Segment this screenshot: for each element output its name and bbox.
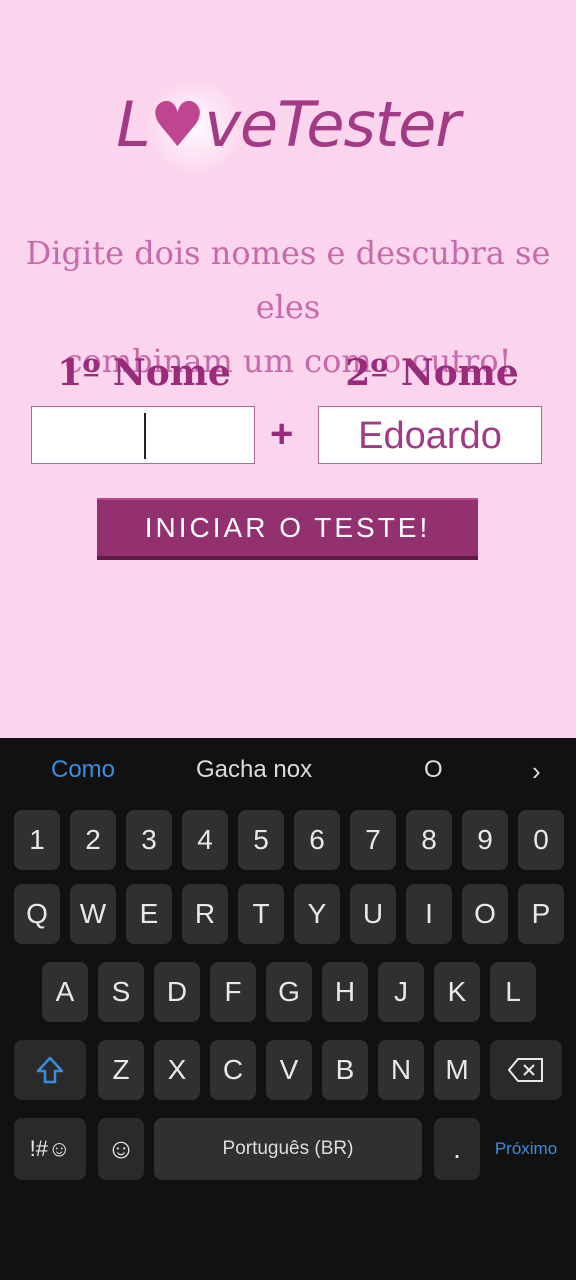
key-b[interactable]: B: [322, 1040, 368, 1100]
soft-keyboard: Como Gacha nox O › 1234567890QWERTYUIOPA…: [0, 738, 576, 1280]
key-g[interactable]: G: [266, 962, 312, 1022]
key-o[interactable]: O: [462, 884, 508, 944]
first-name-label: 1º Nome: [57, 352, 231, 394]
key-i[interactable]: I: [406, 884, 452, 944]
suggestion-2[interactable]: Gacha nox: [196, 756, 312, 784]
symbols-key[interactable]: !#☺: [14, 1118, 86, 1180]
key-j[interactable]: J: [378, 962, 424, 1022]
space-bar[interactable]: Português (BR): [154, 1118, 422, 1180]
key-1[interactable]: 1: [14, 810, 60, 870]
second-name-label: 2º Nome: [345, 352, 519, 394]
key-0[interactable]: 0: [518, 810, 564, 870]
key-5[interactable]: 5: [238, 810, 284, 870]
chevron-right-icon[interactable]: ›: [532, 756, 541, 787]
key-q[interactable]: Q: [14, 884, 60, 944]
period-key[interactable]: .: [434, 1118, 480, 1180]
first-name-input[interactable]: [31, 406, 255, 464]
key-k[interactable]: K: [434, 962, 480, 1022]
suggestion-3[interactable]: O: [424, 756, 443, 784]
second-name-input[interactable]: Edoardo: [318, 406, 542, 464]
instructions-line-1: Digite dois nomes e descubra se eles: [25, 234, 551, 326]
key-m[interactable]: M: [434, 1040, 480, 1100]
logo-love-ve: ve: [204, 88, 278, 161]
key-l[interactable]: L: [490, 962, 536, 1022]
key-v[interactable]: V: [266, 1040, 312, 1100]
love-tester-logo: L♥veTester: [0, 82, 576, 172]
key-y[interactable]: Y: [294, 884, 340, 944]
suggestion-1[interactable]: Como: [51, 756, 115, 784]
shift-icon: [36, 1056, 64, 1084]
key-h[interactable]: H: [322, 962, 368, 1022]
key-d[interactable]: D: [154, 962, 200, 1022]
key-r[interactable]: R: [182, 884, 228, 944]
heart-icon: ♥: [149, 88, 206, 161]
key-4[interactable]: 4: [182, 810, 228, 870]
backspace-key[interactable]: [490, 1040, 562, 1100]
emoji-icon: ☺: [106, 1133, 136, 1164]
logo-text: L♥veTester: [116, 88, 461, 161]
emoji-key[interactable]: ☺: [98, 1118, 144, 1180]
suggestion-bar: Como Gacha nox O ›: [0, 738, 576, 806]
love-tester-app: L♥veTester Digite dois nomes e descubra …: [0, 0, 576, 738]
key-c[interactable]: C: [210, 1040, 256, 1100]
key-n[interactable]: N: [378, 1040, 424, 1100]
key-t[interactable]: T: [238, 884, 284, 944]
key-7[interactable]: 7: [350, 810, 396, 870]
start-test-button[interactable]: INICIAR O TESTE!: [97, 498, 478, 560]
key-2[interactable]: 2: [70, 810, 116, 870]
logo-tester: Tester: [277, 88, 461, 161]
key-s[interactable]: S: [98, 962, 144, 1022]
plus-icon: +: [270, 412, 294, 456]
next-key[interactable]: Próximo: [490, 1118, 562, 1180]
shift-key[interactable]: [14, 1040, 86, 1100]
key-w[interactable]: W: [70, 884, 116, 944]
key-6[interactable]: 6: [294, 810, 340, 870]
key-x[interactable]: X: [154, 1040, 200, 1100]
key-3[interactable]: 3: [126, 810, 172, 870]
backspace-icon: [507, 1058, 543, 1082]
key-a[interactable]: A: [42, 962, 88, 1022]
text-caret: [144, 413, 146, 459]
key-u[interactable]: U: [350, 884, 396, 944]
key-f[interactable]: F: [210, 962, 256, 1022]
key-e[interactable]: E: [126, 884, 172, 944]
logo-love-l: L: [116, 88, 151, 161]
key-z[interactable]: Z: [98, 1040, 144, 1100]
key-p[interactable]: P: [518, 884, 564, 944]
key-8[interactable]: 8: [406, 810, 452, 870]
key-9[interactable]: 9: [462, 810, 508, 870]
